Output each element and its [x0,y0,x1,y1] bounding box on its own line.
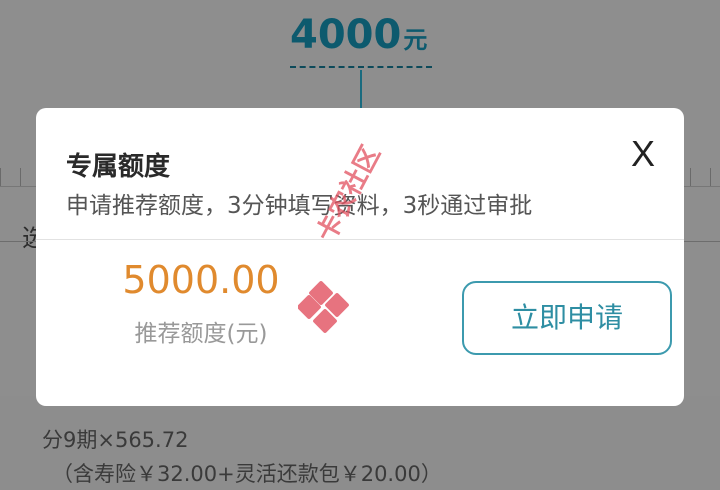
close-button[interactable]: X [626,134,660,174]
exclusive-quota-modal: 专属额度 申请推荐额度，3分钟填写资料，3秒通过审批 X 5000.00 推荐额… [36,108,684,406]
apply-now-button[interactable]: 立即申请 [462,281,672,355]
background-amount-value: 4000 [290,12,402,58]
recommended-amount-label: 推荐额度(元) [134,321,268,347]
insurance-text: （含寿险￥32.00+灵活还款包￥20.00） [52,462,442,486]
background-divider-left [0,241,40,242]
background-divider-right [682,241,720,242]
installment-text: 分9期×565.72 [42,428,189,452]
modal-header: 专属额度 申请推荐额度，3分钟填写资料，3秒通过审批 X [36,108,684,238]
modal-subtitle: 申请推荐额度，3分钟填写资料，3秒通过审批 [66,193,533,219]
modal-divider [36,239,684,240]
modal-title: 专属额度 [66,152,171,182]
recommended-amount-block: 5000.00 推荐额度(元) [76,258,326,348]
recommended-amount-value: 5000.00 [122,258,280,302]
background-amount: 4000元 [290,12,427,58]
background-amount-unit: 元 [403,26,428,54]
slider-indicator-line [360,70,362,110]
amount-dashed-underline [290,66,432,68]
